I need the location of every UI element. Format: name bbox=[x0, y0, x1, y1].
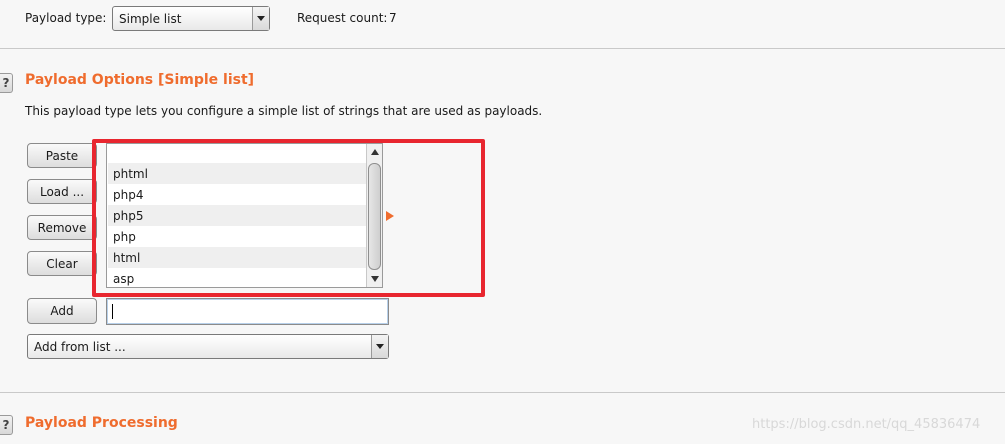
payload-options-description: This payload type lets you configure a s… bbox=[25, 104, 543, 118]
section-divider-top bbox=[0, 48, 1005, 49]
payload-type-select[interactable]: Simple list bbox=[112, 6, 270, 31]
help-icon[interactable]: ? bbox=[0, 415, 13, 435]
request-count-label: Request count: bbox=[297, 11, 388, 25]
remove-button[interactable]: Remove bbox=[27, 215, 97, 240]
paste-button[interactable]: Paste bbox=[27, 143, 97, 168]
text-caret bbox=[112, 304, 113, 319]
load-button[interactable]: Load ... bbox=[27, 179, 97, 204]
chevron-down-icon bbox=[257, 16, 265, 21]
add-from-list-select[interactable]: Add from list ... bbox=[27, 334, 389, 359]
add-from-list-value: Add from list ... bbox=[34, 339, 126, 354]
watermark-text: https://blog.csdn.net/qq_45836474 bbox=[752, 417, 981, 432]
payload-options-title: Payload Options [Simple list] bbox=[25, 72, 255, 88]
add-payload-input[interactable] bbox=[106, 298, 389, 325]
add-from-list-dropdown-arrow[interactable] bbox=[371, 335, 388, 358]
chevron-down-icon bbox=[376, 344, 384, 349]
help-icon[interactable]: ? bbox=[0, 73, 13, 93]
payload-type-value: Simple list bbox=[119, 11, 182, 26]
payload-type-label: Payload type: bbox=[25, 11, 107, 25]
request-count-value: 7 bbox=[389, 11, 397, 25]
add-button[interactable]: Add bbox=[27, 298, 97, 324]
clear-button[interactable]: Clear bbox=[27, 251, 97, 276]
payload-type-dropdown-arrow[interactable] bbox=[252, 7, 269, 30]
section-divider-bottom bbox=[0, 392, 1005, 393]
triangle-right-icon[interactable] bbox=[386, 211, 394, 221]
payload-processing-title: Payload Processing bbox=[25, 415, 178, 431]
highlight-annotation-box bbox=[92, 139, 485, 297]
